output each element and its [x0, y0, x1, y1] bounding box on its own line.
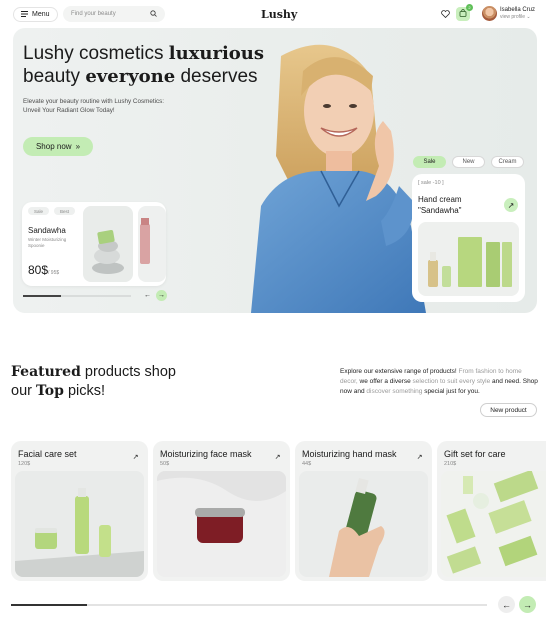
- product-title: Facial care set: [18, 449, 77, 459]
- hero-slider-progress: [23, 295, 131, 297]
- menu-label: Menu: [32, 11, 50, 18]
- search-input[interactable]: Find your beauty: [63, 6, 165, 22]
- gift-set-image: [441, 471, 546, 577]
- hero-model-image: [251, 44, 426, 313]
- sale-tag: [ sale -10 ]: [418, 180, 444, 186]
- featured-heading: Featured products shop our Top picks!: [11, 364, 176, 399]
- tab-cream[interactable]: Cream: [491, 156, 524, 168]
- product-title: Moisturizing hand mask: [302, 449, 397, 459]
- open-arrow-icon[interactable]: ↗: [271, 450, 284, 463]
- menu-button[interactable]: Menu: [13, 7, 58, 22]
- shop-now-button[interactable]: Shop now »: [23, 137, 93, 156]
- facial-care-set-image: [15, 471, 144, 577]
- cart-button[interactable]: 2: [456, 4, 473, 21]
- product-name: Sandawha: [28, 226, 66, 235]
- hand-cream-title: Hand cream "Sandawha": [418, 195, 462, 215]
- hamburger-icon: [21, 10, 28, 19]
- user-name: Isabella Cruz: [500, 7, 536, 13]
- brand-logo[interactable]: Lushy: [261, 8, 297, 21]
- open-arrow-icon[interactable]: ↗: [129, 450, 142, 463]
- stone-product-image: [83, 206, 133, 282]
- hero-subtitle: Elevate your beauty routine with Lushy C…: [23, 98, 165, 114]
- hero-prev-arrow-icon[interactable]: ←: [142, 290, 153, 301]
- tab-new[interactable]: New: [452, 156, 485, 168]
- product-card-gift-set[interactable]: Gift set for care 210$ ↗: [437, 441, 546, 581]
- featured-product-card[interactable]: Sale Best Sandawha Winter Moisturizing S…: [22, 202, 166, 286]
- cart-count-badge: 2: [466, 4, 473, 11]
- hand-cream-image: [418, 222, 519, 296]
- sale-chip: Sale: [28, 207, 50, 215]
- product-card-face-mask[interactable]: Moisturizing face mask 50$ ↗: [153, 441, 290, 581]
- product-price: 120$: [18, 461, 31, 467]
- avatar[interactable]: [482, 6, 497, 21]
- open-arrow-icon[interactable]: ↗: [413, 450, 426, 463]
- category-tabs: Sale New Cream: [413, 156, 524, 168]
- open-product-arrow-icon[interactable]: ↗: [504, 198, 518, 212]
- cart-icon: [459, 9, 467, 19]
- hand-cream-card[interactable]: [ sale -10 ] Hand cream "Sandawha" ↗: [412, 174, 525, 302]
- chevron-down-icon: ⌄: [526, 14, 531, 20]
- face-mask-image: [157, 471, 286, 577]
- shop-now-label: Shop now: [35, 142, 72, 151]
- double-chevron-right-icon: »: [75, 142, 81, 151]
- product-card-hand-mask[interactable]: Moisturizing hand mask 44$ ↗: [295, 441, 432, 581]
- tab-sale[interactable]: Sale: [413, 156, 446, 168]
- favorites-heart-icon[interactable]: [438, 7, 452, 21]
- hero-next-arrow-icon[interactable]: →: [156, 290, 167, 301]
- search-icon[interactable]: [150, 9, 157, 19]
- carousel-next-arrow-icon[interactable]: →: [519, 596, 536, 613]
- user-profile[interactable]: Isabella Cruz view profile ⌄: [500, 7, 535, 21]
- featured-description: Explore our extensive range of products!…: [340, 368, 538, 395]
- top-header: Menu Find your beauty Lushy 2 Isabella C…: [0, 0, 546, 28]
- view-profile-link[interactable]: view profile ⌄: [500, 14, 535, 21]
- best-chip: Best: [54, 207, 76, 215]
- hero-title: Lushy cosmetics luxurious beauty everyon…: [23, 43, 265, 87]
- product-price: 210$: [444, 461, 457, 467]
- product-title: Moisturizing face mask: [160, 449, 252, 459]
- product-title: Gift set for care: [444, 449, 506, 459]
- hero-banner: Lushy cosmetics luxurious beauty everyon…: [13, 28, 537, 313]
- carousel-scroll-progress[interactable]: [11, 604, 487, 606]
- new-product-button[interactable]: New product: [480, 403, 537, 417]
- next-product-peek-image: [138, 206, 166, 282]
- hand-mask-image: [299, 471, 428, 577]
- product-price: 80$/ 95$: [28, 263, 60, 277]
- product-carousel: Facial care set 120$ ↗ Moisturizing face…: [11, 441, 546, 581]
- product-price: 50$: [160, 461, 170, 467]
- product-price: 44$: [302, 461, 312, 467]
- product-card-facial-care-set[interactable]: Facial care set 120$ ↗: [11, 441, 148, 581]
- search-placeholder: Find your beauty: [71, 11, 116, 17]
- carousel-prev-arrow-icon[interactable]: ←: [498, 596, 515, 613]
- product-description: Winter Moisturizing Spoonie: [28, 237, 67, 248]
